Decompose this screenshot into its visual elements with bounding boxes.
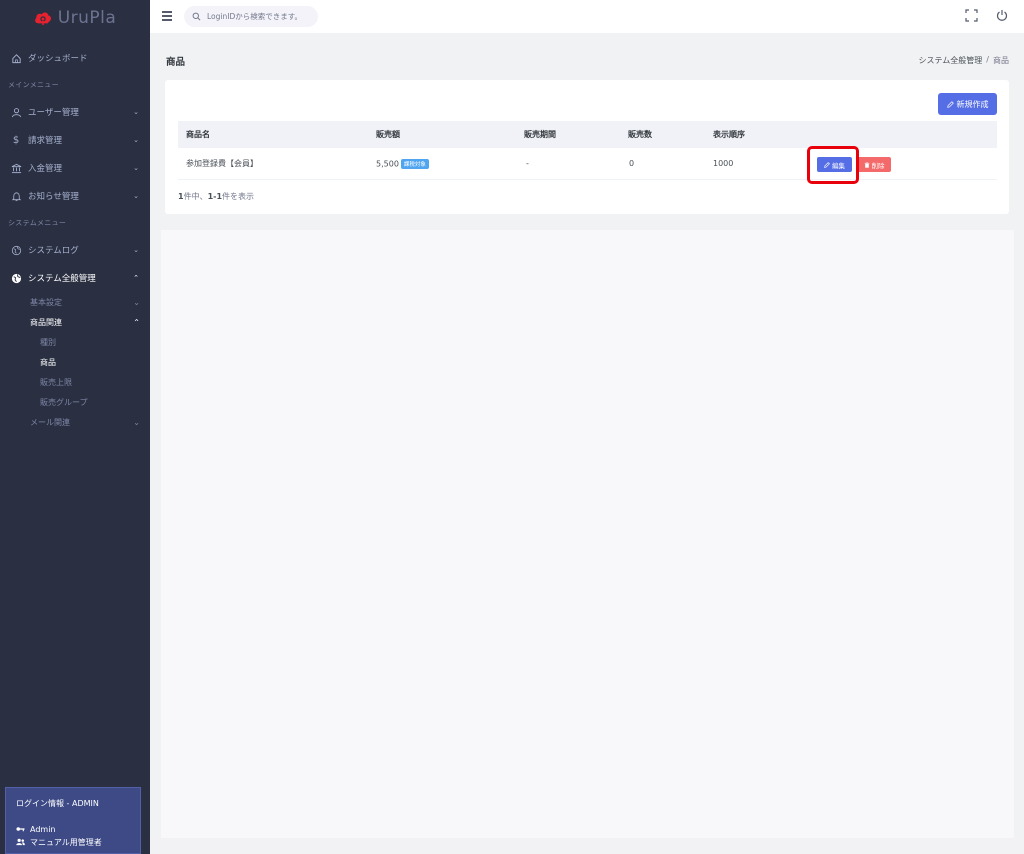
breadcrumb: システム全般管理 / 商品: [919, 55, 1009, 66]
search-icon: [192, 12, 201, 21]
search-box[interactable]: [184, 6, 318, 27]
sidebar-item-system-log[interactable]: システムログ ⌄: [0, 236, 150, 264]
power-icon[interactable]: [996, 9, 1008, 22]
sidebar-item-label: お知らせ管理: [28, 192, 79, 202]
column-header-order: 表示順序: [713, 130, 745, 139]
login-info-title: ログイン情報 - ADMIN: [16, 799, 99, 808]
sidebar-item-dashboard[interactable]: ダッシュボード: [0, 44, 150, 72]
chevron-down-icon: ⌄: [133, 108, 139, 116]
topbar: [150, 0, 1024, 33]
sidebar-sub-basic-settings[interactable]: 基本設定 ⌄: [0, 292, 150, 312]
login-user-row: Admin: [16, 823, 130, 836]
product-table: 商品名 販売額 販売期間 販売数 表示順序 参加登録費【会員】 5,500 課税対…: [178, 121, 997, 180]
sidebar-sub-mail-related[interactable]: メール関連 ⌄: [0, 412, 150, 432]
sidebar-item-label: ダッシュボード: [28, 54, 88, 64]
chevron-down-icon: ⌄: [133, 246, 139, 254]
cloud-logo-icon: [34, 12, 51, 26]
cell-count: 0: [629, 159, 635, 168]
sidebar-item-notices[interactable]: お知らせ管理 ⌄: [0, 182, 150, 210]
menu-title-system: システムメニュー: [8, 219, 67, 227]
chevron-down-icon: ⌄: [133, 192, 139, 200]
summary-range: 1-1: [207, 192, 223, 201]
table-header: 商品名 販売額 販売期間 販売数 表示順序: [178, 121, 997, 148]
pagination-summary: 1件中、1-1件を表示: [178, 191, 254, 202]
breadcrumb-separator: /: [986, 55, 989, 64]
bank-icon: [10, 162, 22, 174]
bell-icon: [10, 190, 22, 202]
chevron-up-icon: ⌃: [133, 274, 139, 282]
cell-name: 参加登録費【会員】: [186, 159, 258, 168]
pencil-icon: [946, 100, 954, 108]
sidebar-item-system-admin[interactable]: システム全般管理 ⌃: [0, 264, 150, 292]
sidebar-item-users[interactable]: ユーザー管理 ⌄: [0, 98, 150, 126]
footer: [150, 838, 1024, 854]
edit-label: 編集: [832, 161, 845, 170]
sidebar-item-billing[interactable]: $ 請求管理 ⌄: [0, 126, 150, 154]
trash-icon: [864, 161, 869, 168]
sidebar-item-label: システムログ: [28, 246, 79, 256]
user-icon: [10, 106, 22, 118]
cell-price: 5,500 課税対象: [376, 158, 429, 169]
chevron-up-icon: ⌃: [133, 317, 140, 327]
brand-name: UruPla: [57, 8, 117, 28]
column-header-price: 販売額: [376, 130, 400, 139]
price-value: 5,500: [376, 159, 399, 168]
breadcrumb-item[interactable]: システム全般管理: [919, 55, 983, 66]
search-input[interactable]: [207, 12, 312, 21]
globe-icon: [10, 244, 22, 256]
login-info-panel: ログイン情報 - ADMIN Admin マニュアル用管理者: [5, 787, 141, 854]
chevron-down-icon: ⌄: [133, 297, 140, 307]
sidebar-item-label: 商品関連: [30, 317, 62, 327]
content-area: [161, 230, 1014, 838]
sidebar-item-label: システム全般管理: [28, 274, 96, 284]
login-user-name: Admin: [30, 825, 56, 834]
summary-suffix: 件を表示: [222, 192, 255, 201]
home-icon: [10, 52, 22, 64]
table-row: 参加登録費【会員】 5,500 課税対象 - 0 1000 編集 削除: [178, 148, 997, 180]
sidebar-item-label: ユーザー管理: [28, 108, 79, 118]
sidebar-item-label: 入金管理: [28, 164, 63, 174]
breadcrumb-current: 商品: [993, 56, 1009, 65]
delete-button[interactable]: 削除: [857, 157, 891, 172]
product-list-card: 新規作成 商品名 販売額 販売期間 販売数 表示順序 参加登録費【会員】 5,5…: [165, 80, 1009, 214]
sidebar-item-label: 請求管理: [28, 136, 63, 146]
sidebar-item-label: メール関連: [30, 417, 70, 427]
chevron-down-icon: ⌄: [133, 164, 139, 172]
cell-order: 1000: [713, 159, 734, 168]
sidebar-sub-type[interactable]: 種別: [0, 332, 150, 352]
login-user-role: マニュアル用管理者: [30, 838, 102, 847]
sidebar-item-payments[interactable]: 入金管理 ⌄: [0, 154, 150, 182]
globe-icon: [10, 272, 22, 284]
sidebar-sub-product-related[interactable]: 商品関連 ⌃: [0, 312, 150, 332]
page-title: 商品: [166, 57, 186, 68]
sidebar-item-label: 基本設定: [30, 297, 62, 307]
sidebar-sub-product[interactable]: 商品: [0, 352, 150, 372]
sidebar-sub-sales-group[interactable]: 販売グループ: [0, 392, 150, 412]
sidebar-sub-sales-limit[interactable]: 販売上限: [0, 372, 150, 392]
new-product-label: 新規作成: [956, 99, 989, 109]
dollar-icon: $: [12, 134, 20, 146]
users-icon: [16, 838, 26, 848]
cell-period: -: [526, 159, 529, 168]
summary-mid: 件中、: [183, 192, 208, 201]
chevron-down-icon: ⌄: [133, 136, 139, 144]
key-icon: [16, 826, 26, 834]
tax-badge: 課税対象: [400, 158, 429, 169]
pencil-icon: [824, 161, 830, 168]
menu-title-main: メインメニュー: [8, 81, 59, 89]
delete-label: 削除: [871, 161, 885, 170]
brand-logo[interactable]: UruPla: [0, 0, 150, 36]
column-header-count: 販売数: [628, 130, 652, 139]
new-product-button[interactable]: 新規作成: [938, 93, 997, 115]
fullscreen-icon[interactable]: [965, 9, 978, 22]
menu-toggle-icon[interactable]: [162, 11, 172, 21]
chevron-down-icon: ⌄: [133, 417, 140, 427]
sidebar: UruPla ダッシュボード メインメニュー ユーザー管理 ⌄ $ 請求管理 ⌄: [0, 0, 150, 854]
edit-button[interactable]: 編集: [817, 157, 852, 172]
column-header-name: 商品名: [186, 130, 210, 139]
column-header-period: 販売期間: [524, 130, 556, 139]
login-role-row: マニュアル用管理者: [16, 836, 130, 849]
